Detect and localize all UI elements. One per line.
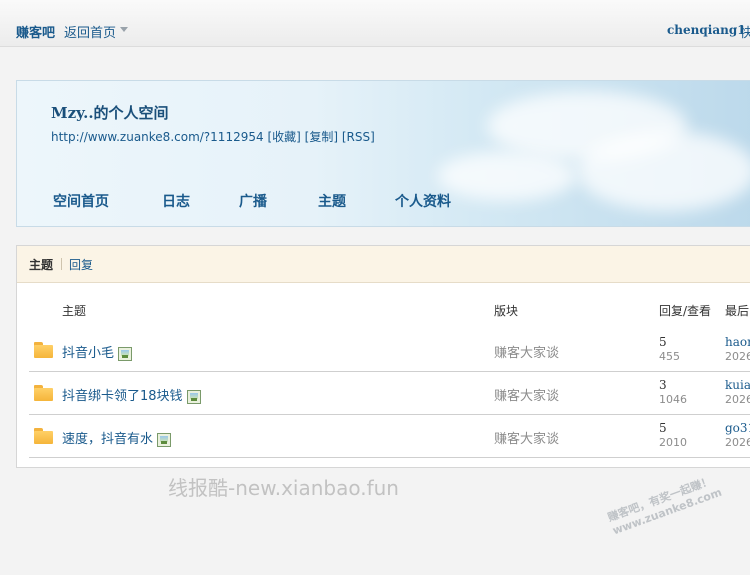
nav-topics[interactable]: 主题 bbox=[318, 191, 346, 211]
nav-blog[interactable]: 日志 bbox=[162, 191, 190, 211]
reply-count: 5 bbox=[659, 335, 667, 349]
image-attachment-icon bbox=[186, 389, 201, 404]
table-row: 抖音小毛 赚客大家谈 5 455 haora 2026 bbox=[29, 329, 750, 372]
view-count: 2010 bbox=[659, 436, 687, 449]
thread-title-link[interactable]: 速度，抖音有水 bbox=[62, 432, 153, 447]
top-bar: 赚客吧 返回首页 chenqiang1 快 bbox=[0, 0, 750, 47]
watermark-text: 线报酷-new.xianbao.fun bbox=[168, 476, 399, 500]
last-post-date: 2026 bbox=[725, 393, 750, 406]
reply-count: 3 bbox=[659, 378, 667, 392]
forum-link[interactable]: 赚客大家谈 bbox=[494, 385, 559, 404]
last-poster-link[interactable]: go31 bbox=[725, 421, 750, 435]
view-count: 1046 bbox=[659, 393, 687, 406]
tab-topics[interactable]: 主题 bbox=[29, 256, 53, 273]
nav-broadcast[interactable]: 广播 bbox=[239, 191, 267, 211]
username-link[interactable]: chenqiang1 bbox=[667, 23, 746, 37]
nav-space-home[interactable]: 空间首页 bbox=[53, 191, 109, 211]
column-header-forum: 版块 bbox=[494, 304, 519, 318]
image-attachment-icon bbox=[157, 432, 172, 447]
cloud-decoration bbox=[437, 151, 577, 201]
table-row: 速度，抖音有水 赚客大家谈 5 2010 go31 2026 bbox=[29, 415, 750, 458]
quick-menu-link[interactable]: 快 bbox=[740, 22, 750, 41]
back-home-link[interactable]: 返回首页 bbox=[64, 22, 116, 41]
space-url-line: http://www.zuanke8.com/?1112954 [收藏] [复制… bbox=[51, 128, 375, 145]
tab-bar: 主题 回复 bbox=[17, 246, 750, 283]
stamp-watermark: 赚客吧，有奖一起赚！ www.zuanke8.com bbox=[606, 473, 724, 539]
last-post-date: 2026 bbox=[725, 350, 750, 363]
folder-icon bbox=[34, 342, 53, 358]
space-title: Mzy..的个人空间 bbox=[51, 104, 169, 122]
reply-count: 5 bbox=[659, 421, 667, 435]
tab-divider bbox=[61, 258, 62, 270]
thread-title-cell: 抖音小毛 bbox=[62, 342, 133, 361]
thread-title-link[interactable]: 抖音绑卡领了18块钱 bbox=[62, 389, 183, 404]
nav-profile[interactable]: 个人资料 bbox=[395, 191, 451, 211]
last-poster-link[interactable]: haora bbox=[725, 335, 750, 349]
forum-link[interactable]: 赚客大家谈 bbox=[494, 428, 559, 447]
folder-icon bbox=[34, 385, 53, 401]
thread-title-cell: 抖音绑卡领了18块钱 bbox=[62, 385, 201, 404]
view-count: 455 bbox=[659, 350, 680, 363]
image-attachment-icon bbox=[118, 346, 133, 361]
thread-title-link[interactable]: 抖音小毛 bbox=[62, 346, 114, 361]
copy-link[interactable]: [复制] bbox=[305, 130, 338, 144]
chevron-down-icon[interactable] bbox=[120, 27, 128, 32]
tab-replies[interactable]: 回复 bbox=[69, 256, 93, 273]
rss-link[interactable]: [RSS] bbox=[342, 130, 375, 144]
last-post-date: 2026 bbox=[725, 436, 750, 449]
last-poster-link[interactable]: kuiab bbox=[725, 378, 750, 392]
space-url-link[interactable]: http://www.zuanke8.com/?1112954 bbox=[51, 130, 264, 144]
column-header-topic: 主题 bbox=[62, 304, 87, 318]
thread-title-cell: 速度，抖音有水 bbox=[62, 428, 172, 447]
folder-icon bbox=[34, 428, 53, 444]
space-header: Mzy..的个人空间 http://www.zuanke8.com/?11129… bbox=[16, 80, 750, 227]
column-header-stats: 回复/查看 bbox=[659, 304, 712, 318]
topics-panel: 主题 回复 主题 版块 回复/查看 最后 抖音小毛 赚客大家谈 5 455 ha… bbox=[16, 245, 750, 468]
column-header-last: 最后 bbox=[725, 304, 750, 318]
cloud-decoration bbox=[577, 131, 750, 211]
table-row: 抖音绑卡领了18块钱 赚客大家谈 3 1046 kuiab 2026 bbox=[29, 372, 750, 415]
forum-link[interactable]: 赚客大家谈 bbox=[494, 342, 559, 361]
bookmark-link[interactable]: [收藏] bbox=[267, 130, 300, 144]
site-name-link[interactable]: 赚客吧 bbox=[16, 22, 55, 41]
